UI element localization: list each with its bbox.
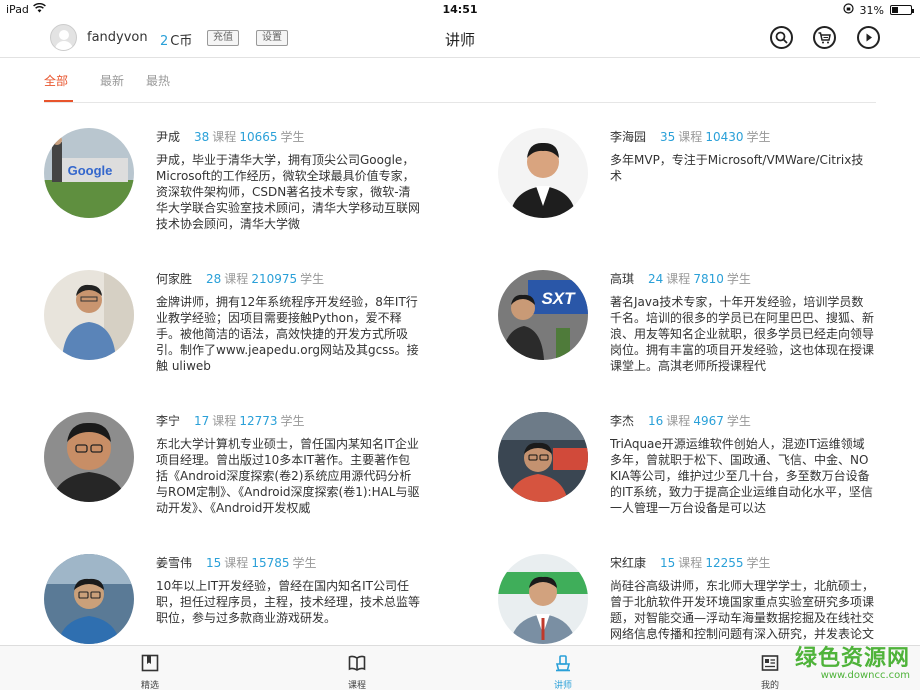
course-count: 35	[660, 130, 676, 144]
teacher-bio: 多年MVP，专注于Microsoft/VMWare/Citrix技术	[610, 153, 864, 183]
tabbar-featured[interactable]: 精选	[120, 646, 180, 690]
status-time: 14:51	[442, 3, 478, 16]
teacher-photo	[498, 554, 588, 644]
recharge-button[interactable]: 充值	[207, 30, 239, 46]
teacher-card[interactable]: 李杰 16 课程 4967 学生 TriAquae开源运维软件创始人，混迹IT运维领域多…	[498, 412, 898, 522]
battery-percent: 31%	[859, 3, 884, 17]
course-count: 15	[660, 556, 676, 570]
coin-balance: 2 C币	[160, 30, 192, 49]
tab-all[interactable]: 全部	[44, 72, 68, 89]
featured-icon	[141, 654, 159, 672]
teacher-name: 何家胜	[156, 272, 193, 286]
student-label: 学生	[726, 414, 751, 428]
active-tab-indicator	[44, 100, 73, 102]
student-label: 学生	[300, 272, 325, 286]
cart-icon[interactable]	[813, 26, 836, 49]
student-count: 10430	[705, 130, 744, 144]
teacher-card[interactable]: 李海园 35 课程 10430 学生 多年MVP，专注于Microsoft/VMWare…	[498, 128, 898, 238]
student-count: 10665	[239, 130, 278, 144]
app-header: fandyvon 2 C币 充值 设置 讲师	[0, 20, 920, 58]
student-count: 210975	[251, 272, 298, 286]
course-label: 课程	[666, 272, 691, 286]
teacher-name: 宋红康	[610, 556, 647, 570]
teacher-bio: 东北大学计算机专业硕士，曾任国内某知名IT企业项目经理。曾出版过10多本IT著作…	[156, 437, 420, 515]
tab-hottest[interactable]: 最热	[146, 72, 170, 89]
course-label: 课程	[678, 556, 703, 570]
teacher-bio: 金牌讲师，拥有12年系统程序开发经验，8年IT行业教学经验；因项目需要接触Pyt…	[156, 295, 419, 373]
settings-button[interactable]: 设置	[256, 30, 288, 46]
username[interactable]: fandyvon	[87, 30, 148, 45]
course-count: 38	[194, 130, 210, 144]
student-label: 学生	[746, 556, 771, 570]
teacher-photo: Google	[44, 128, 134, 218]
user-avatar[interactable]	[50, 24, 77, 51]
student-count: 4967	[693, 414, 724, 428]
tabbar-courses-label: 课程	[347, 681, 366, 690]
teacher-card[interactable]: Google 尹成 38 课程 10665 学生 尹成，毕业于清华大学，拥有顶尖公司Go…	[44, 128, 444, 238]
student-label: 学生	[280, 130, 305, 144]
course-label: 课程	[224, 272, 249, 286]
tab-newest[interactable]: 最新	[100, 72, 124, 89]
teacher-name: 尹成	[156, 130, 181, 144]
student-count: 15785	[251, 556, 290, 570]
course-label: 课程	[678, 130, 703, 144]
coin-unit: C币	[170, 34, 193, 49]
tabbar-mine-label: 我的	[760, 681, 779, 690]
play-icon[interactable]	[857, 26, 880, 49]
student-label: 学生	[726, 272, 751, 286]
student-count: 12773	[239, 414, 278, 428]
teacher-name: 李海园	[610, 130, 647, 144]
teacher-name: 姜雪伟	[156, 556, 193, 570]
google-sign-text: Google	[68, 163, 113, 178]
student-count: 12255	[705, 556, 744, 570]
filter-tabs: 全部 最新 最热	[44, 59, 876, 103]
teacher-photo	[44, 412, 134, 502]
student-count: 7810	[693, 272, 724, 286]
course-count: 15	[206, 556, 222, 570]
bottom-tab-bar: 精选 课程 讲师 我的	[0, 645, 920, 690]
teacher-card[interactable]: 何家胜 28 课程 210975 学生 金牌讲师，拥有12年系统程序开发经验，8年IT行…	[44, 270, 444, 380]
teacher-photo	[44, 554, 134, 644]
teacher-name: 高琪	[610, 272, 635, 286]
tabbar-teachers[interactable]: 讲师	[533, 646, 593, 690]
tabbar-featured-label: 精选	[140, 681, 159, 690]
teacher-bio: 著名Java技术专家，十年开发经验，培训学员数千名。培训的很多的学员已在阿里巴巴…	[610, 295, 875, 373]
student-label: 学生	[746, 130, 771, 144]
teacher-name: 李宁	[156, 414, 181, 428]
rotation-lock-icon	[842, 3, 854, 17]
tabbar-mine[interactable]: 我的	[740, 646, 800, 690]
teacher-bio: 尚硅谷高级讲师，东北师大理学学士，北航硕士，曾于北航软件开发环境国家重点实验室研…	[610, 579, 875, 641]
tabbar-teachers-label: 讲师	[553, 681, 572, 690]
tabbar-courses[interactable]: 课程	[327, 646, 387, 690]
teacher-bio: TriAquae开源运维软件创始人，混迹IT运维领域多年，曾就职于松下、国政通、…	[610, 437, 873, 515]
student-label: 学生	[280, 414, 305, 428]
course-count: 28	[206, 272, 222, 286]
course-count: 24	[648, 272, 664, 286]
course-count: 17	[194, 414, 210, 428]
course-label: 课程	[224, 556, 249, 570]
sxt-logo-text: SXT	[541, 289, 576, 308]
teacher-photo	[44, 270, 134, 360]
teacher-name: 李杰	[610, 414, 635, 428]
course-label: 课程	[212, 130, 237, 144]
teacher-card[interactable]: SXT 高琪 24 课程 7810 学生 著名Java技术专家，十年开发经验，培训学员数…	[498, 270, 898, 380]
student-label: 学生	[292, 556, 317, 570]
book-icon	[348, 655, 366, 671]
profile-card-icon	[761, 655, 779, 671]
podium-icon	[555, 655, 571, 672]
teacher-photo	[498, 412, 588, 502]
course-count: 16	[648, 414, 664, 428]
teacher-card[interactable]: 李宁 17 课程 12773 学生 东北大学计算机专业硕士，曾任国内某知名IT企业项目经…	[44, 412, 444, 522]
status-bar: iPad 14:51 31%	[0, 0, 920, 20]
battery-icon	[890, 5, 914, 15]
teacher-photo	[498, 128, 588, 218]
course-label: 课程	[212, 414, 237, 428]
search-icon[interactable]	[770, 26, 793, 49]
teacher-bio: 10年以上IT开发经验，曾经在国内知名IT公司任职，担任过程序员，主程，技术经理…	[156, 579, 421, 625]
course-label: 课程	[666, 414, 691, 428]
coin-count: 2	[160, 34, 169, 49]
teacher-photo: SXT	[498, 270, 588, 360]
teacher-bio: 尹成，毕业于清华大学，拥有顶尖公司Google，Microsoft的工作经历，微…	[156, 153, 421, 231]
